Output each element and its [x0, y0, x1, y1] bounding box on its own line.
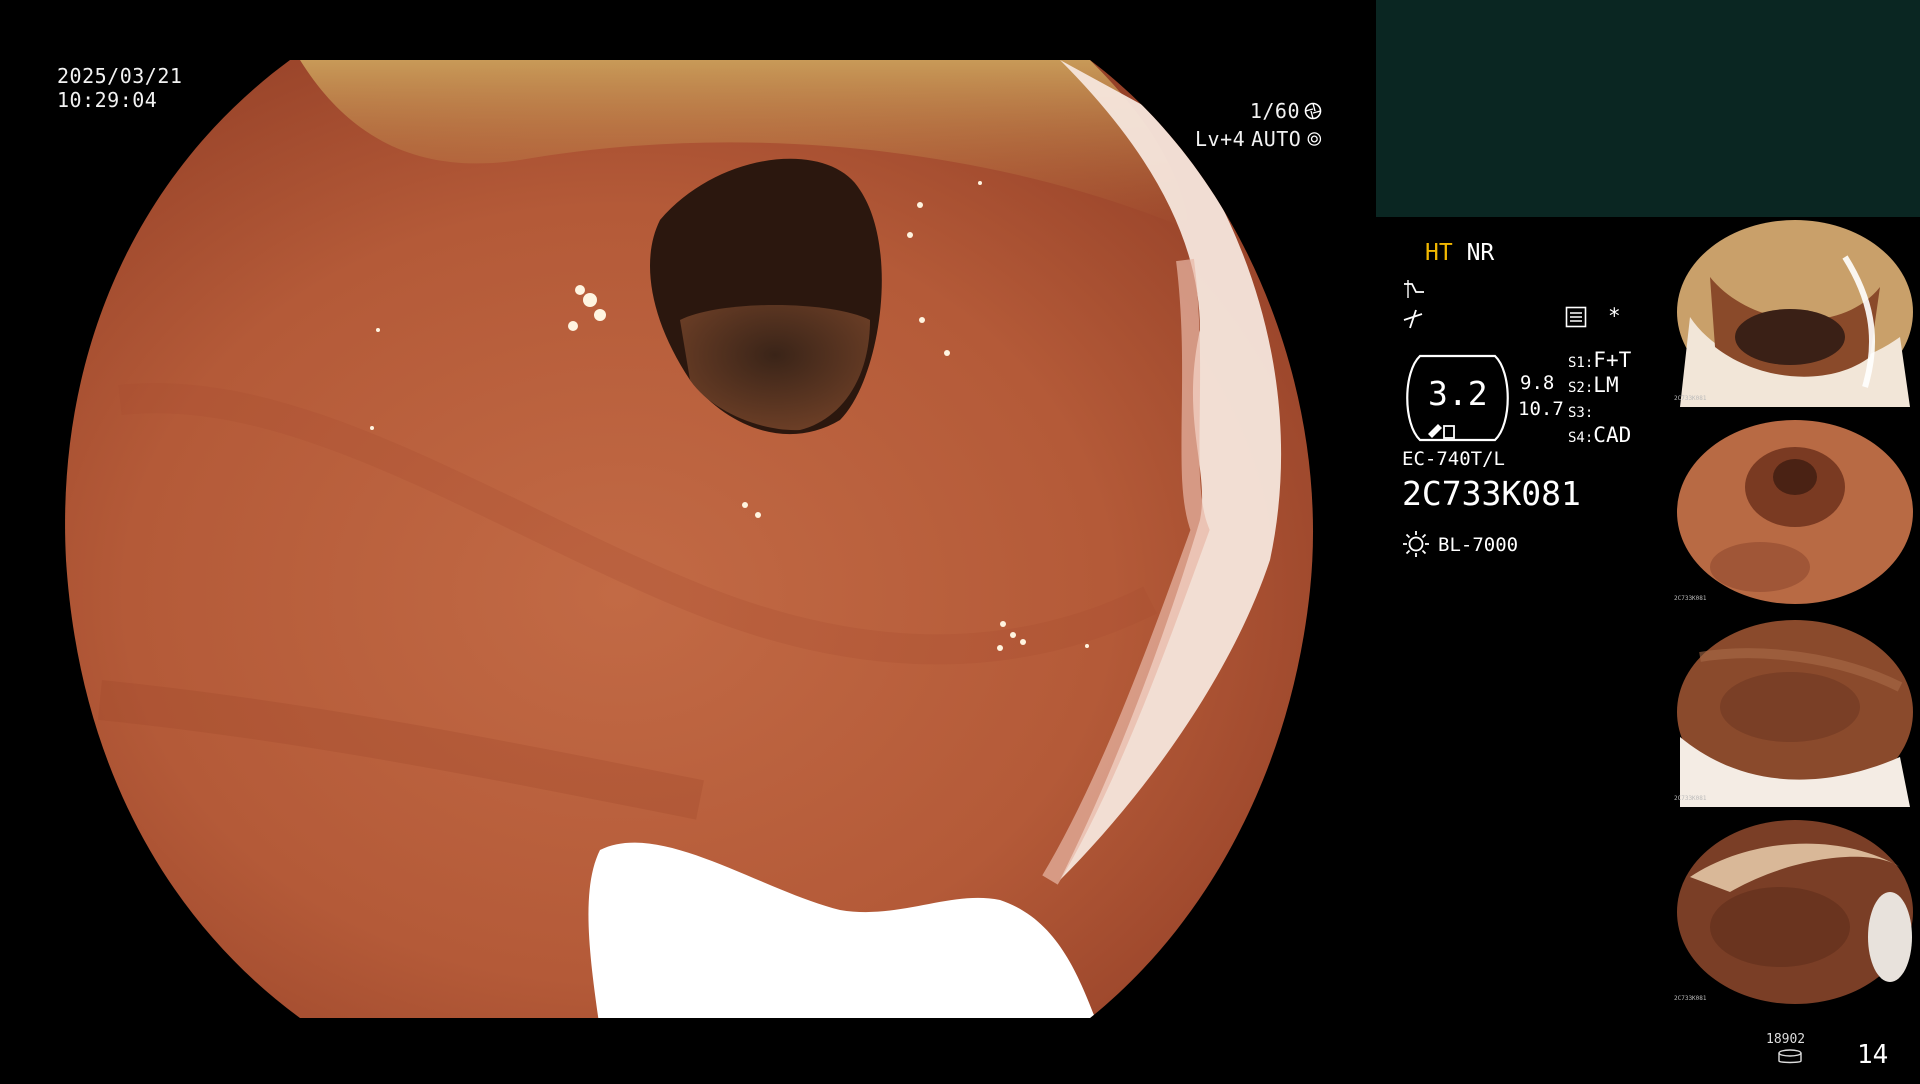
s3-label: S3:	[1568, 405, 1594, 421]
s1-label: S1:	[1568, 355, 1594, 371]
light-bulb-icon	[1403, 531, 1429, 557]
s1-value: F+T	[1593, 348, 1632, 372]
auto-mode-text: AUTO	[1251, 127, 1302, 151]
endoscopic-image	[65, 60, 1314, 1018]
setting-s3: S3:	[1568, 398, 1593, 422]
s2-value: LM	[1593, 373, 1619, 397]
date-text: 2025/03/21	[57, 64, 183, 88]
iris-icon	[1307, 132, 1322, 146]
thumbnail-3-label: 2C733K081	[1674, 795, 1707, 802]
setting-s1: S1:F+T	[1568, 348, 1631, 372]
side-value-2: 10.7	[1518, 398, 1564, 420]
capture-counter: 18902	[1766, 1032, 1806, 1047]
side-value-1: 9.8	[1520, 372, 1555, 394]
thumbnail-4-label: 2C733K081	[1674, 995, 1707, 1002]
asterisk-indicator: *	[1608, 304, 1621, 328]
ht-mode-indicator: HT	[1425, 240, 1453, 266]
storage-icon	[1778, 1049, 1802, 1064]
scope-model: EC-740T/L	[1402, 448, 1505, 470]
mode-indicators: HT NR	[1425, 240, 1494, 266]
structure-enhance-icon	[1403, 309, 1423, 329]
s4-label: S4:	[1568, 430, 1594, 446]
nr-mode-indicator: NR	[1466, 240, 1495, 266]
level-text: Lv+4	[1195, 127, 1246, 151]
s4-value: CAD	[1593, 423, 1632, 447]
thumbnail-1[interactable]: 2C733K081	[1670, 217, 1920, 407]
shutter-speed-text: 1/60	[1249, 99, 1300, 123]
zoom-value: 3.2	[1428, 374, 1488, 413]
light-source: BL-7000	[1438, 534, 1519, 556]
thumbnail-2[interactable]: 2C733K081	[1670, 417, 1920, 607]
thumbnail-4[interactable]: 2C733K081	[1670, 817, 1920, 1007]
settings-panel: HT NR * 3.2 9.8 10.7 S1:F+T S2:LM S3: S4…	[1400, 240, 1670, 570]
image-count: 14	[1857, 1040, 1889, 1070]
setting-s4: S4:CAD	[1568, 423, 1631, 447]
aperture-icon	[1304, 102, 1322, 120]
thumbnail-2-label: 2C733K081	[1674, 595, 1707, 602]
info-panel-top	[1376, 0, 1920, 217]
exposure-overlay: 1/60 Lv+4 AUTO	[1195, 99, 1322, 151]
endoscope-view	[0, 0, 1375, 1080]
s2-label: S2:	[1568, 380, 1594, 396]
tone-curve-icon	[1404, 280, 1424, 298]
menu-icon	[1565, 306, 1587, 328]
date-time-overlay: 2025/03/21 10:29:04	[57, 64, 182, 112]
thumbnail-1-label: 2C733K081	[1674, 395, 1707, 402]
setting-s2: S2:LM	[1568, 373, 1619, 397]
scope-serial: 2C733K081	[1402, 474, 1581, 513]
time-text: 10:29:04	[57, 88, 158, 112]
thumbnail-3[interactable]: 2C733K081	[1670, 617, 1920, 807]
